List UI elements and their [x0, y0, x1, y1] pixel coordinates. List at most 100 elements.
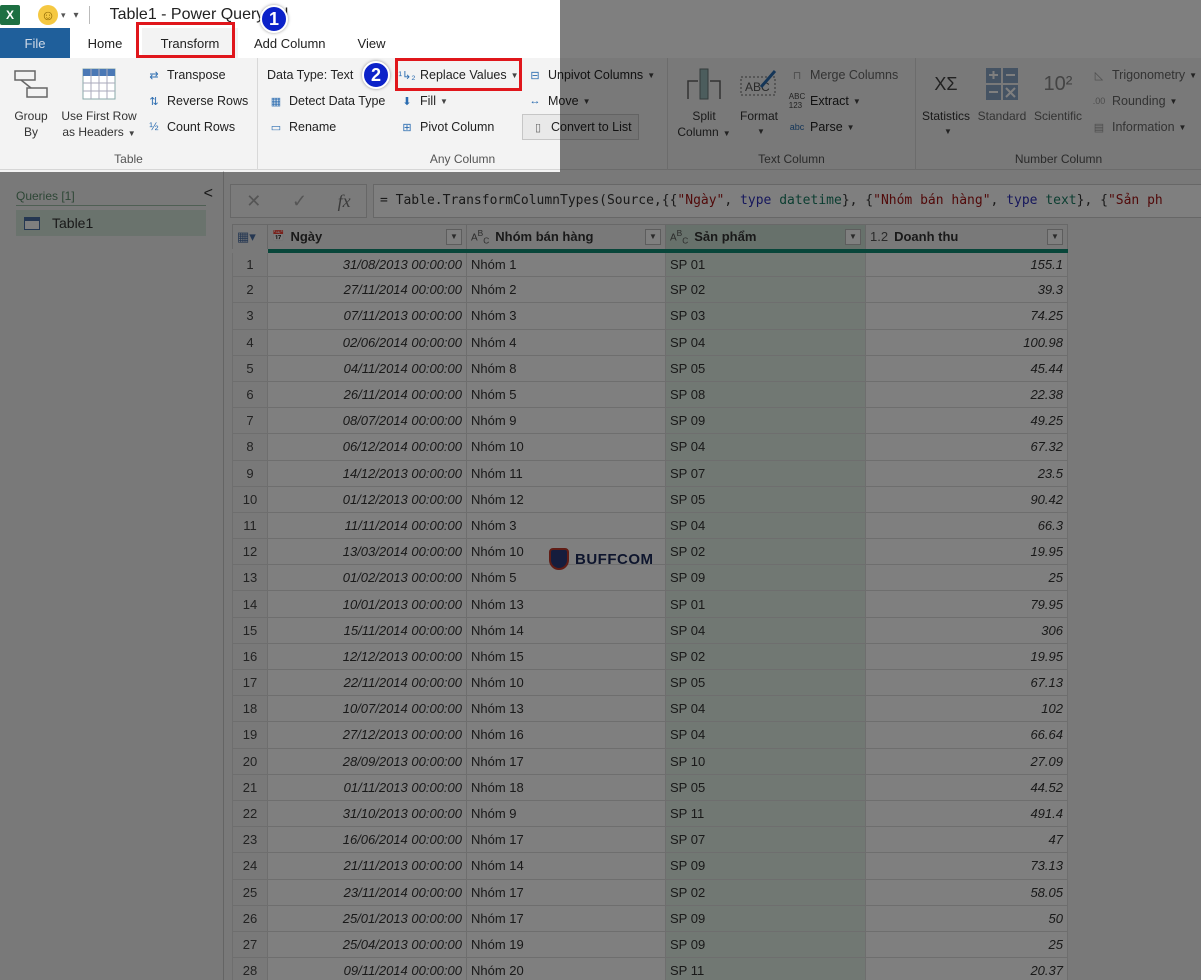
- row-number[interactable]: 18: [232, 695, 268, 723]
- collapse-pane-icon[interactable]: <: [204, 185, 213, 203]
- cell-san-pham[interactable]: SP 09: [665, 564, 866, 592]
- table-row[interactable]: 7 08/07/2014 00:00:00 Nhóm 9 SP 09 49.25: [232, 407, 1068, 435]
- cell-nhom-ban-hang[interactable]: Nhóm 5: [466, 380, 666, 409]
- cell-nhom-ban-hang[interactable]: Nhóm 14: [466, 616, 666, 644]
- table-row[interactable]: 10 01/12/2013 00:00:00 Nhóm 12 SP 05 90.42: [232, 485, 1068, 513]
- cell-ngay[interactable]: 14/12/2013 00:00:00: [267, 459, 467, 487]
- row-number[interactable]: 10: [232, 485, 268, 513]
- fx-icon[interactable]: fx: [338, 191, 351, 212]
- cell-doanh-thu[interactable]: 50: [865, 904, 1068, 932]
- data-type-dropdown[interactable]: Data Type: Text: [267, 64, 353, 86]
- cell-nhom-ban-hang[interactable]: Nhóm 17: [466, 747, 666, 775]
- cell-doanh-thu[interactable]: 67.32: [865, 433, 1068, 461]
- table-row[interactable]: 28 09/11/2014 00:00:00 Nhóm 20 SP 11 20.37: [232, 957, 1068, 980]
- cell-doanh-thu[interactable]: 22.38: [865, 380, 1068, 409]
- table-row[interactable]: 16 12/12/2013 00:00:00 Nhóm 15 SP 02 19.95: [232, 642, 1068, 671]
- row-number[interactable]: 28: [232, 957, 268, 980]
- query-item-table1[interactable]: Table1: [16, 210, 206, 236]
- cell-ngay[interactable]: 12/12/2013 00:00:00: [267, 642, 467, 671]
- unpivot-columns-button[interactable]: ⊟ Unpivot Columns ▼: [526, 64, 655, 86]
- cell-san-pham[interactable]: SP 05: [665, 668, 866, 697]
- cell-san-pham[interactable]: SP 02: [665, 878, 866, 906]
- cell-ngay[interactable]: 31/08/2013 00:00:00: [267, 249, 467, 278]
- cell-ngay[interactable]: 27/11/2014 00:00:00: [267, 276, 467, 304]
- count-rows-button[interactable]: ½ Count Rows: [145, 116, 235, 138]
- cell-doanh-thu[interactable]: 47: [865, 826, 1068, 854]
- cell-ngay[interactable]: 09/11/2014 00:00:00: [267, 957, 467, 980]
- cell-san-pham[interactable]: SP 04: [665, 721, 866, 749]
- cell-doanh-thu[interactable]: 19.95: [865, 538, 1068, 566]
- cell-doanh-thu[interactable]: 73.13: [865, 852, 1068, 880]
- cell-san-pham[interactable]: SP 05: [665, 354, 866, 382]
- cell-doanh-thu[interactable]: 66.64: [865, 721, 1068, 749]
- cell-nhom-ban-hang[interactable]: Nhóm 13: [466, 695, 666, 723]
- cell-nhom-ban-hang[interactable]: Nhóm 9: [466, 799, 666, 828]
- table-row[interactable]: 8 06/12/2014 00:00:00 Nhóm 10 SP 04 67.32: [232, 433, 1068, 461]
- filter-dropdown-icon[interactable]: ▼: [446, 228, 462, 245]
- table-row[interactable]: 5 04/11/2014 00:00:00 Nhóm 8 SP 05 45.44: [232, 354, 1068, 382]
- convert-to-list-button[interactable]: ▯ Convert to List: [522, 114, 639, 140]
- feedback-dropdown-icon[interactable]: ▾: [61, 10, 66, 21]
- cell-ngay[interactable]: 04/11/2014 00:00:00: [267, 354, 467, 382]
- cell-nhom-ban-hang[interactable]: Nhóm 14: [466, 852, 666, 880]
- row-number[interactable]: 11: [232, 511, 268, 540]
- column-header-san-pham[interactable]: ABC Sản phẩm ▼: [665, 224, 866, 253]
- cell-san-pham[interactable]: SP 09: [665, 904, 866, 932]
- cell-san-pham[interactable]: SP 03: [665, 302, 866, 330]
- cell-ngay[interactable]: 01/12/2013 00:00:00: [267, 485, 467, 513]
- datetime-type-icon[interactable]: 📅: [272, 231, 284, 242]
- row-number[interactable]: 14: [232, 590, 268, 618]
- row-number[interactable]: 13: [232, 564, 268, 592]
- table-row[interactable]: 24 21/11/2013 00:00:00 Nhóm 14 SP 09 73.13: [232, 852, 1068, 880]
- cell-doanh-thu[interactable]: 20.37: [865, 957, 1068, 980]
- row-number[interactable]: 20: [232, 747, 268, 775]
- cell-san-pham[interactable]: SP 02: [665, 538, 866, 566]
- table-row[interactable]: 21 01/11/2013 00:00:00 Nhóm 18 SP 05 44.52: [232, 773, 1068, 801]
- cell-doanh-thu[interactable]: 25: [865, 564, 1068, 592]
- column-header-ngay[interactable]: 📅 Ngày ▼: [267, 224, 467, 253]
- cell-nhom-ban-hang[interactable]: Nhóm 9: [466, 407, 666, 435]
- row-number[interactable]: 4: [232, 328, 268, 356]
- cell-ngay[interactable]: 22/11/2014 00:00:00: [267, 668, 467, 697]
- cell-ngay[interactable]: 15/11/2014 00:00:00: [267, 616, 467, 644]
- row-number[interactable]: 5: [232, 354, 268, 382]
- cell-ngay[interactable]: 02/06/2014 00:00:00: [267, 328, 467, 356]
- cell-doanh-thu[interactable]: 491.4: [865, 799, 1068, 828]
- cell-ngay[interactable]: 16/06/2014 00:00:00: [267, 826, 467, 854]
- column-header-doanh-thu[interactable]: 1.2 Doanh thu ▼: [865, 224, 1068, 253]
- cell-ngay[interactable]: 08/07/2014 00:00:00: [267, 407, 467, 435]
- detect-data-type-button[interactable]: ▦ Detect Data Type: [267, 90, 386, 112]
- table-row[interactable]: 18 10/07/2014 00:00:00 Nhóm 13 SP 04 102: [232, 695, 1068, 723]
- row-number[interactable]: 7: [232, 407, 268, 435]
- cell-ngay[interactable]: 25/04/2013 00:00:00: [267, 930, 467, 959]
- tab-home[interactable]: Home: [70, 28, 140, 58]
- table-row[interactable]: 4 02/06/2014 00:00:00 Nhóm 4 SP 04 100.98: [232, 328, 1068, 356]
- statistics-button[interactable]: XΣ Statistics ▼: [918, 64, 974, 140]
- cell-ngay[interactable]: 06/12/2014 00:00:00: [267, 433, 467, 461]
- standard-button[interactable]: Standard: [974, 64, 1030, 124]
- cell-ngay[interactable]: 11/11/2014 00:00:00: [267, 511, 467, 540]
- cell-doanh-thu[interactable]: 79.95: [865, 590, 1068, 618]
- cell-ngay[interactable]: 27/12/2013 00:00:00: [267, 721, 467, 749]
- cell-doanh-thu[interactable]: 102: [865, 695, 1068, 723]
- cell-nhom-ban-hang[interactable]: Nhóm 1: [466, 249, 666, 278]
- cell-san-pham[interactable]: SP 04: [665, 328, 866, 356]
- table-row[interactable]: 17 22/11/2014 00:00:00 Nhóm 10 SP 05 67.13: [232, 668, 1068, 697]
- rename-button[interactable]: ▭ Rename: [267, 116, 336, 138]
- fill-button[interactable]: ⬇ Fill ▼: [398, 90, 448, 112]
- row-number[interactable]: 27: [232, 930, 268, 959]
- cell-nhom-ban-hang[interactable]: Nhóm 18: [466, 773, 666, 801]
- cell-san-pham[interactable]: SP 10: [665, 747, 866, 775]
- cell-san-pham[interactable]: SP 11: [665, 799, 866, 828]
- smiley-feedback-icon[interactable]: ☺: [38, 5, 58, 25]
- row-number[interactable]: 26: [232, 904, 268, 932]
- row-number[interactable]: 22: [232, 799, 268, 828]
- cell-doanh-thu[interactable]: 67.13: [865, 668, 1068, 697]
- filter-dropdown-icon[interactable]: ▼: [645, 228, 661, 245]
- table-row[interactable]: 15 15/11/2014 00:00:00 Nhóm 14 SP 04 306: [232, 616, 1068, 644]
- tab-file[interactable]: File: [0, 28, 70, 58]
- cell-ngay[interactable]: 10/01/2013 00:00:00: [267, 590, 467, 618]
- split-column-button[interactable]: Split Column ▼: [677, 64, 731, 142]
- cell-nhom-ban-hang[interactable]: Nhóm 3: [466, 302, 666, 330]
- row-number[interactable]: 19: [232, 721, 268, 749]
